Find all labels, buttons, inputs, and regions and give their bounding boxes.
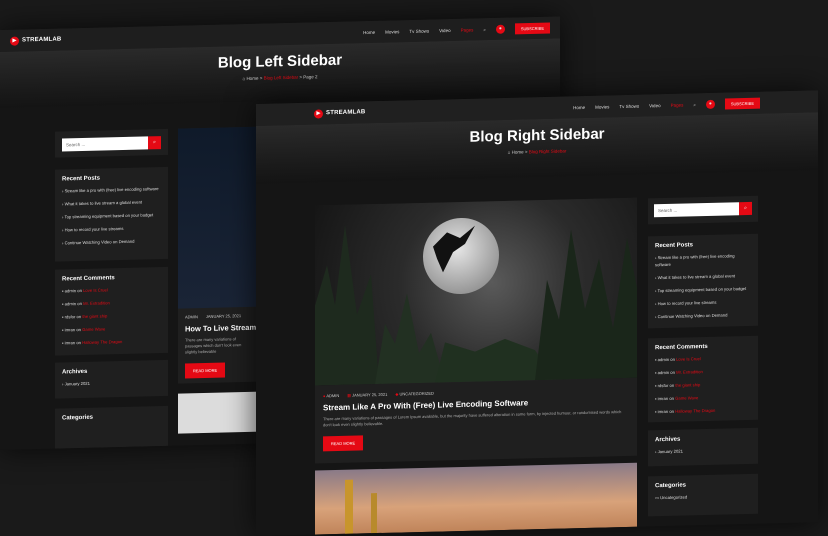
nav-video[interactable]: Video (649, 103, 660, 108)
nav-home[interactable]: Home (363, 29, 375, 34)
play-icon: ▶ (10, 36, 19, 46)
collage: ▶ STREAMLAB Home Movies Tv Shows Video Pa… (0, 0, 828, 536)
post-card: ADMIN JANUARY 25, 2021 How To Live Stream… (178, 126, 258, 384)
post-image (178, 126, 258, 309)
recent-post-link[interactable]: › Stream like a pro with (free) live enc… (655, 252, 751, 268)
post-meta: ADMIN JANUARY 25, 2021 (185, 313, 242, 320)
search-widget: Search ... ⌕ (648, 195, 758, 225)
search-input[interactable]: Search ... (654, 202, 739, 218)
nav-movies[interactable]: Movies (385, 29, 399, 34)
search-button[interactable]: ⌕ (739, 201, 752, 216)
post-category[interactable]: ◆ UNCATEGORIZED (395, 391, 434, 397)
forest-dragon-art (315, 224, 637, 386)
search-icon[interactable]: ⌕ (693, 102, 696, 107)
play-icon: ▶ (314, 108, 323, 119)
recent-post-link[interactable]: › Top streaming equipment based on your … (62, 211, 161, 220)
main-menu: Home Movies Tv Shows Video Pages ⌕ ● SUB… (363, 22, 550, 38)
search-input[interactable]: Search ... (62, 136, 148, 152)
archives-widget: Archives › January 2021 (648, 427, 758, 467)
post-excerpt: There are many variations of passages wh… (185, 336, 242, 355)
recent-post-link[interactable]: › Top streaming equipment based on your … (655, 285, 751, 294)
nav-tv-shows[interactable]: Tv Shows (619, 103, 639, 108)
archive-link[interactable]: › January 2021 (62, 378, 161, 387)
recent-post-link[interactable]: › Continue Watching Video on Demand (655, 311, 751, 320)
comment-item: ▪ rdsfor on the giant ship (655, 382, 701, 389)
recent-comments-widget: Recent Comments ▪ admin on Love Is Cruel… (55, 266, 168, 356)
temple-spire (371, 493, 377, 534)
recent-comments-widget: Recent Comments ▪ admin on Love Is Cruel… (648, 335, 758, 423)
post-excerpt: There are many variations of passages of… (323, 409, 622, 428)
comment-item: ▪ imran on Game Wave (655, 395, 699, 402)
comment-item: ▪ imran on Halloway The Dragon (62, 339, 123, 346)
categories-widget: Categories (55, 405, 168, 449)
read-more-button[interactable]: READ MORE (323, 435, 364, 452)
user-icon[interactable]: ● (705, 99, 715, 109)
comment-item: ▪ rdsfor on the giant ship (62, 313, 108, 320)
logo[interactable]: ▶ STREAMLAB (314, 108, 365, 119)
search-icon[interactable]: ⌕ (483, 27, 486, 32)
nav-pages[interactable]: Pages (671, 102, 684, 107)
comment-item: ▪ admin on Mr. Extradition (655, 369, 703, 376)
categories-widget: Categories ▭ Uncategorized (648, 473, 758, 517)
blog-right-sidebar-screen: ▶ STREAMLAB Home Movies Tv Shows Video Pa… (256, 90, 818, 536)
recent-post-link[interactable]: › How to record your live streams (655, 298, 751, 307)
subscribe-button[interactable]: SUBSCRIBE (724, 97, 760, 110)
home-icon: ⌂ (507, 149, 511, 155)
read-more-button[interactable]: READ MORE (185, 362, 226, 379)
subscribe-button[interactable]: SUBSCRIBE (514, 22, 550, 34)
temple-spire (345, 479, 353, 534)
user-icon[interactable]: ● (495, 24, 505, 34)
recent-post-link[interactable]: › Stream like a pro with (free) live enc… (62, 185, 161, 194)
search-button[interactable]: ⌕ (148, 136, 161, 150)
recent-post-link[interactable]: › Continue Watching Video on Demand (62, 237, 161, 246)
post-image[interactable] (315, 462, 637, 535)
comment-item: ▪ admin on Love Is Cruel (62, 287, 108, 294)
dragon-icon (433, 225, 475, 273)
post-card: ● ADMIN ▦ JANUARY 25, 2021 ◆ UNCATEGORIZ… (315, 197, 637, 464)
calendar-icon: ▦ (347, 392, 351, 398)
category-link[interactable]: ▭ Uncategorized (655, 492, 751, 501)
nav-video[interactable]: Video (439, 27, 450, 32)
recent-post-link[interactable]: › What it takes to live stream a global … (62, 198, 161, 207)
archive-link[interactable]: › January 2021 (655, 446, 751, 455)
nav-home[interactable]: Home (573, 104, 585, 109)
post-author[interactable]: ● ADMIN (323, 393, 339, 398)
home-icon: ⌂ (242, 76, 246, 82)
comment-item: ▪ imran on Game Wave (62, 326, 106, 333)
archives-widget: Archives › January 2021 (55, 359, 168, 399)
post-date[interactable]: ▦ JANUARY 25, 2021 (347, 392, 387, 398)
post-image[interactable] (315, 197, 637, 386)
recent-post-link[interactable]: › What it takes to live stream a global … (655, 272, 751, 281)
nav-movies[interactable]: Movies (595, 104, 609, 109)
nav-pages[interactable]: Pages (461, 27, 474, 32)
main-menu: Home Movies Tv Shows Video Pages ⌕ ● SUB… (573, 97, 760, 113)
recent-posts-widget: Recent Posts › Stream like a pro with (f… (55, 166, 168, 262)
logo[interactable]: ▶ STREAMLAB (10, 35, 61, 46)
comment-item: ▪ admin on Mr. Extradition (62, 300, 110, 307)
page-banner: Blog Right Sidebar ⌂ Home > Blog Right S… (256, 112, 818, 184)
post-image (178, 391, 258, 434)
search-widget: Search ... ⌕ (55, 128, 168, 158)
nav-tv-shows[interactable]: Tv Shows (409, 28, 429, 33)
comment-item: ▪ imran on Halloway The Dragon (655, 407, 716, 415)
folder-icon: ▭ (655, 495, 659, 501)
recent-posts-widget: Recent Posts › Stream like a pro with (f… (648, 233, 758, 329)
tag-icon: ◆ (395, 391, 399, 397)
comment-item: ▪ admin on Love Is Cruel (655, 356, 701, 363)
recent-post-link[interactable]: › How to record your live streams (62, 224, 161, 233)
post-title[interactable]: How To Live Stream (185, 323, 256, 334)
